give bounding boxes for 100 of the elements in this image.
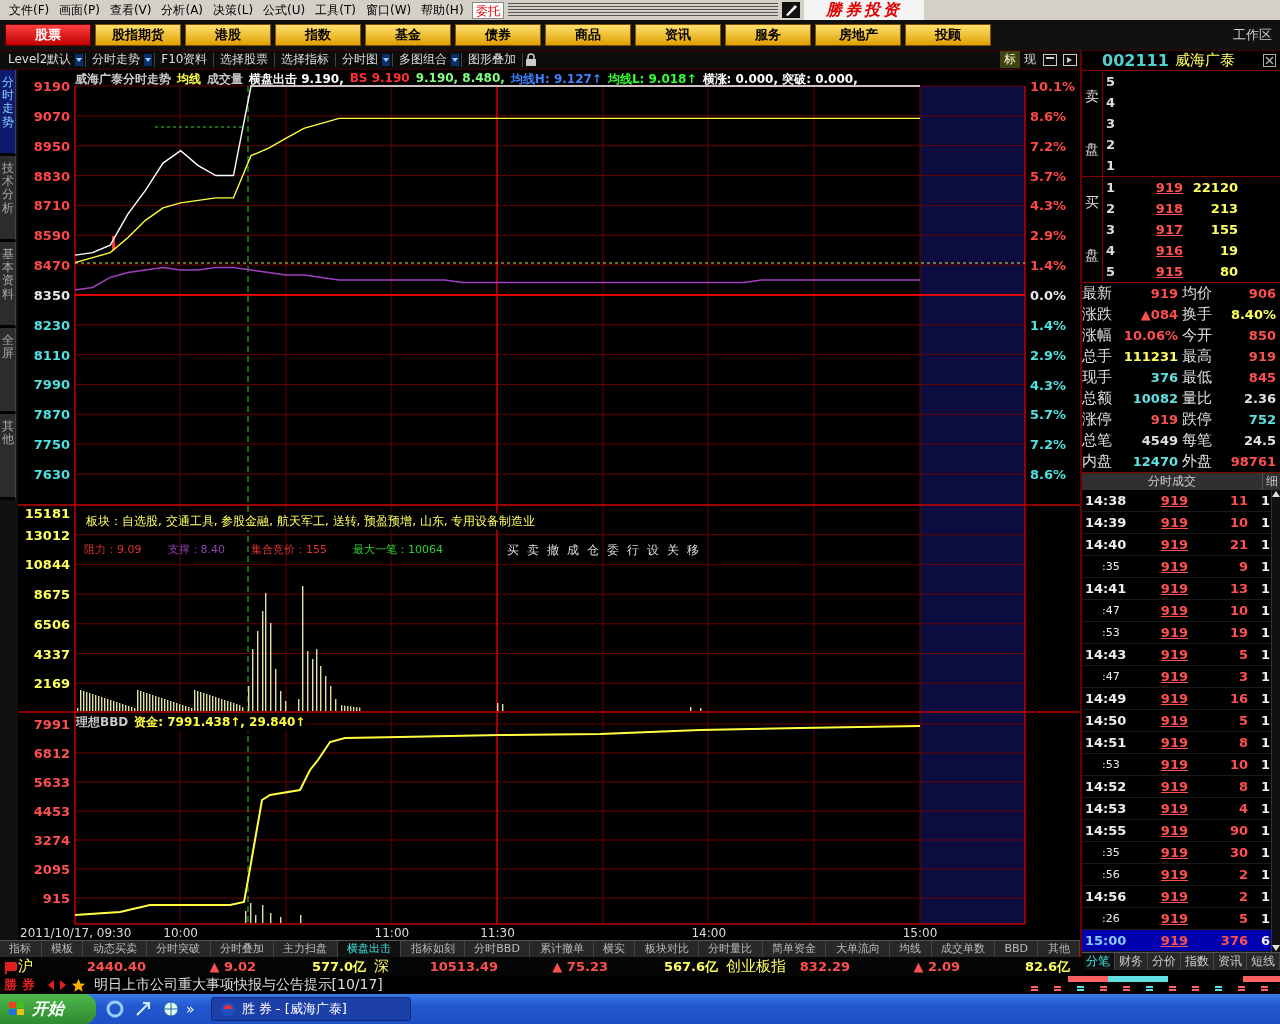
stat-label: 今开 (1182, 326, 1213, 345)
category-button[interactable]: 股指期货 (95, 24, 181, 46)
side-tab[interactable]: 分时走势 (0, 69, 16, 156)
toolbar-item[interactable]: 分时走势 (88, 51, 145, 69)
capital-axis-label: 4453 (33, 803, 70, 819)
price-axis-label: 7750 (33, 437, 70, 453)
menu-item[interactable]: 决策(L) (208, 1, 259, 19)
right-arrow-icon[interactable] (58, 980, 67, 990)
dropdown-icon[interactable] (451, 53, 460, 66)
category-button[interactable]: 服务 (725, 24, 811, 46)
detail-button[interactable]: 细 (1262, 473, 1280, 490)
toolbar-item[interactable]: Level2默认 (4, 51, 76, 69)
time-axis-label: 11:30 (480, 925, 515, 940)
trade-count: 1 (1259, 779, 1270, 794)
percent-axis-label: 8.6% (1030, 467, 1067, 482)
trade-action-button[interactable]: 撤 (545, 541, 560, 559)
more-button[interactable]: » (186, 1001, 195, 1017)
lock-icon[interactable] (525, 52, 538, 67)
toolbar-item[interactable]: 图形叠加 (464, 51, 521, 69)
dropdown-icon[interactable] (75, 53, 84, 66)
arrow-icon[interactable] (134, 1000, 152, 1018)
news-headline[interactable]: 明日上市公司重大事项快报与公告提示[10/17] (93, 976, 383, 994)
menu-item[interactable]: 文件(F) (4, 1, 55, 19)
category-button[interactable]: 债券 (455, 24, 541, 46)
view-toggle[interactable]: 现 (1020, 51, 1040, 69)
trade-volume: 3 (1237, 669, 1248, 684)
side-tab[interactable]: 技术分析 (0, 155, 16, 242)
panel-tab[interactable]: 分笔 (1082, 953, 1115, 970)
trade-time: 14:53 (1084, 801, 1128, 816)
toolbar-item[interactable]: 选择指标 (277, 51, 334, 69)
capital-axis-label: 7991 (33, 716, 70, 732)
stat-value: 376 (1149, 370, 1179, 385)
trade-action-button[interactable]: 委 (605, 541, 620, 559)
toolbar-item[interactable]: 选择股票 (216, 51, 273, 69)
menu-item[interactable]: 帮助(H) (416, 1, 469, 19)
menu-item[interactable]: 窗口(W) (360, 1, 417, 19)
legend-item: 均线L: 9.018↑ (607, 70, 697, 88)
time-axis-label: 15:00 (902, 925, 938, 940)
toolbar-item[interactable]: F10资料 (157, 51, 212, 69)
dropdown-icon[interactable] (144, 53, 153, 66)
dropdown-icon[interactable] (382, 53, 391, 66)
side-tab[interactable]: 其他 (0, 413, 16, 500)
trade-action-button[interactable]: 卖 (525, 541, 540, 559)
menu-item[interactable]: 分析(A) (156, 1, 209, 19)
menu-item[interactable]: 公式(U) (258, 1, 311, 19)
trade-action-button[interactable]: 行 (625, 541, 640, 559)
trade-volume: 10 (1228, 603, 1248, 618)
bid-price: 918 (1154, 201, 1183, 216)
category-button[interactable]: 资讯 (635, 24, 721, 46)
browser-icon[interactable] (106, 1000, 124, 1018)
globe-icon[interactable] (162, 1000, 180, 1018)
menu-item[interactable]: 画面(P) (54, 1, 105, 19)
left-arrow-icon[interactable] (46, 980, 55, 990)
category-button[interactable]: 房地产 (815, 24, 901, 46)
toolbar-item[interactable]: 分时图 (338, 51, 383, 69)
trade-count: 1 (1259, 757, 1270, 772)
scrollbar[interactable] (1271, 490, 1280, 952)
time-axis-label: 14:00 (691, 925, 727, 940)
indicator-tab[interactable]: 横盘出击 (337, 940, 402, 957)
index-name: 深 (374, 957, 389, 976)
stat-value: ▲084 (1139, 307, 1179, 322)
toolbar-item[interactable]: 多图组合 (395, 51, 452, 69)
view-toggle[interactable]: 标 (1000, 51, 1020, 69)
trade-action-button[interactable]: 设 (645, 541, 660, 559)
index-change: ▲ 75.23 (551, 959, 608, 974)
category-button[interactable]: 投顾 (905, 24, 991, 46)
volume-axis-label: 15181 (24, 505, 70, 521)
menu-item[interactable]: 查看(V) (104, 1, 157, 19)
trade-time: 14:51 (1084, 735, 1128, 750)
side-tab[interactable]: 基本资料 (0, 241, 16, 328)
trade-action-button[interactable]: 仓 (585, 541, 600, 559)
workspace-label[interactable]: 工作区 (1233, 26, 1272, 44)
flag-icon (4, 959, 18, 974)
volume-axis-label: 6506 (33, 616, 70, 632)
trade-action-button[interactable]: 关 (665, 541, 680, 559)
play-icon[interactable] (1063, 53, 1077, 66)
side-tab[interactable]: 全屏 (0, 327, 16, 414)
level-number: 1 (1105, 158, 1117, 173)
trade-time: 14:41 (1084, 581, 1128, 596)
menu-item[interactable]: 工具(T) (310, 1, 361, 19)
trade-count: 1 (1259, 845, 1270, 860)
stat-label: 外盘 (1182, 452, 1213, 471)
category-button[interactable]: 港股 (185, 24, 271, 46)
category-button[interactable]: 股票 (5, 24, 91, 46)
trade-row[interactable]: 15:00 919 376 6 (1082, 930, 1271, 952)
order-button[interactable]: 委托 (471, 1, 504, 19)
category-button[interactable]: 基金 (365, 24, 451, 46)
taskbar-button[interactable]: 胜 券 - [威海广泰] (210, 997, 411, 1021)
percent-axis-label: 5.7% (1030, 168, 1067, 184)
index-value: 2440.40 (85, 959, 146, 974)
category-button[interactable]: 指数 (275, 24, 361, 46)
percent-axis-label: 2.9% (1030, 347, 1067, 363)
window-icon[interactable] (1043, 53, 1057, 66)
trade-time: :35 (1101, 846, 1121, 859)
close-icon[interactable] (1263, 54, 1276, 67)
trade-action-button[interactable]: 成 (565, 541, 580, 559)
trade-action-button[interactable]: 移 (685, 541, 700, 559)
trade-action-button[interactable]: 买 (505, 541, 520, 559)
star-icon (70, 977, 86, 993)
category-button[interactable]: 商品 (545, 24, 631, 46)
